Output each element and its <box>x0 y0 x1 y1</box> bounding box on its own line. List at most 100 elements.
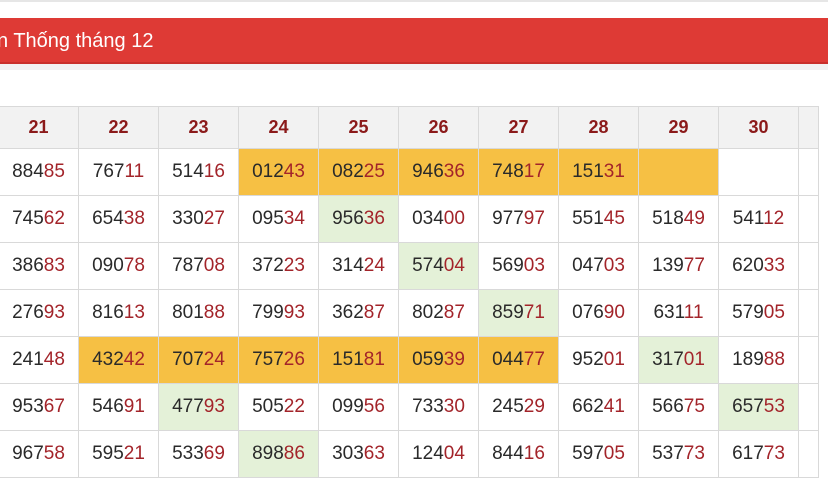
result-tail-digits: 36 <box>363 208 385 229</box>
results-table: 21 22 23 24 25 26 27 28 29 30 88485 76711 51416 0124… <box>0 106 819 478</box>
result-prefix: 569 <box>492 255 524 276</box>
overflow-cell <box>798 289 819 337</box>
result-cell: 95201 <box>558 336 639 384</box>
result-tail-digits: 45 <box>603 208 625 229</box>
result-tail-digits: 25 <box>363 161 385 182</box>
result-prefix: 802 <box>412 302 444 323</box>
result-cell: 66241 <box>558 383 639 431</box>
result-cell: 13977 <box>638 242 719 290</box>
result-prefix: 844 <box>492 443 524 464</box>
result-prefix: 533 <box>172 443 204 464</box>
header-divider <box>0 64 828 70</box>
result-cell: 74562 <box>0 195 79 243</box>
result-tail-digits: 97 <box>523 208 545 229</box>
result-prefix: 372 <box>252 255 284 276</box>
result-tail-digits: 08 <box>203 255 225 276</box>
result-tail-digits: 22 <box>283 396 305 417</box>
result-cell: 88485 <box>0 148 79 196</box>
overflow-cell <box>798 195 819 243</box>
result-tail-digits: 04 <box>443 255 465 276</box>
table-row: 96758 59521 53369 89886 30363 12404 84416 59705… <box>0 430 819 478</box>
result-tail-digits: 24 <box>363 255 385 276</box>
result-prefix: 099 <box>332 396 364 417</box>
result-tail-digits: 62 <box>43 208 65 229</box>
result-prefix: 059 <box>412 349 444 370</box>
result-cell: 08225 <box>318 148 399 196</box>
result-tail-digits: 86 <box>283 443 305 464</box>
result-prefix: 151 <box>572 161 604 182</box>
result-cell: 37223 <box>238 242 319 290</box>
result-tail-digits: 48 <box>43 349 65 370</box>
result-tail-digits: 73 <box>763 443 785 464</box>
result-cell: 24148 <box>0 336 79 384</box>
table-row: 27693 81613 80188 79993 36287 80287 85971 07690… <box>0 289 819 337</box>
table-row: 38683 09078 78708 37223 31424 57404 56903 04703… <box>0 242 819 290</box>
result-tail-digits: 38 <box>123 208 145 229</box>
result-prefix: 330 <box>172 208 204 229</box>
column-header-day-28: 28 <box>558 106 639 149</box>
result-prefix: 617 <box>732 443 764 464</box>
result-prefix: 631 <box>653 302 684 323</box>
result-tail-digits: 11 <box>124 161 145 182</box>
overflow-cell <box>798 383 819 431</box>
result-prefix: 505 <box>252 396 284 417</box>
result-tail-digits: 93 <box>203 396 225 417</box>
result-tail-digits: 23 <box>283 255 305 276</box>
result-tail-digits: 88 <box>763 349 785 370</box>
result-prefix: 745 <box>12 208 44 229</box>
result-cell: 09534 <box>238 195 319 243</box>
result-tail-digits: 27 <box>203 208 225 229</box>
overflow-cell <box>798 242 819 290</box>
result-prefix: 816 <box>92 302 124 323</box>
column-header-day-29: 29 <box>638 106 719 149</box>
result-cell: 53773 <box>638 430 719 478</box>
result-tail-digits: 93 <box>283 302 305 323</box>
result-prefix: 076 <box>572 302 604 323</box>
result-cell: 18988 <box>718 336 799 384</box>
result-cell: 51416 <box>158 148 239 196</box>
result-cell: 31424 <box>318 242 399 290</box>
table-row: 24148 43242 70724 75726 15181 05939 04477 95201… <box>0 336 819 384</box>
result-cell: 24529 <box>478 383 559 431</box>
result-tail-digits: 30 <box>443 396 465 417</box>
result-cell: 96758 <box>0 430 79 478</box>
result-tail-digits: 63 <box>363 443 385 464</box>
result-prefix: 967 <box>12 443 44 464</box>
result-prefix: 787 <box>172 255 204 276</box>
result-cell: 63111 <box>638 289 719 337</box>
result-prefix: 801 <box>172 302 204 323</box>
result-cell: 61773 <box>718 430 799 478</box>
column-header-overflow <box>798 106 819 149</box>
column-header-day-21: 21 <box>0 106 79 149</box>
column-header-day-27: 27 <box>478 106 559 149</box>
result-cell: 75726 <box>238 336 319 384</box>
result-tail-digits: 34 <box>283 208 305 229</box>
result-tail-digits: 81 <box>363 349 385 370</box>
result-cell: 04703 <box>558 242 639 290</box>
result-tail-digits: 00 <box>443 208 465 229</box>
result-prefix: 090 <box>92 255 124 276</box>
column-header-day-25: 25 <box>318 106 399 149</box>
result-cell: 15131 <box>558 148 639 196</box>
result-tail-digits: 05 <box>763 302 785 323</box>
result-tail-digits: 71 <box>523 302 545 323</box>
result-cell: 09956 <box>318 383 399 431</box>
result-cell: 70724 <box>158 336 239 384</box>
result-tail-digits: 39 <box>443 349 465 370</box>
result-prefix: 314 <box>332 255 364 276</box>
result-cell: 38683 <box>0 242 79 290</box>
result-tail-digits: 16 <box>523 443 545 464</box>
overflow-cell <box>798 430 819 478</box>
result-prefix: 276 <box>12 302 44 323</box>
section-header: n Thống tháng 12 <box>0 18 828 64</box>
result-cell: 94636 <box>398 148 479 196</box>
results-table-container[interactable]: 21 22 23 24 25 26 27 28 29 30 88485 76711 51416 0124… <box>0 106 828 480</box>
result-cell: 78708 <box>158 242 239 290</box>
result-prefix: 047 <box>572 255 604 276</box>
result-tail-digits: 01 <box>603 349 625 370</box>
result-prefix: 748 <box>492 161 524 182</box>
result-prefix: 432 <box>92 349 124 370</box>
result-cell: 04477 <box>478 336 559 384</box>
result-tail-digits: 03 <box>523 255 545 276</box>
result-tail-digits: 69 <box>203 443 225 464</box>
